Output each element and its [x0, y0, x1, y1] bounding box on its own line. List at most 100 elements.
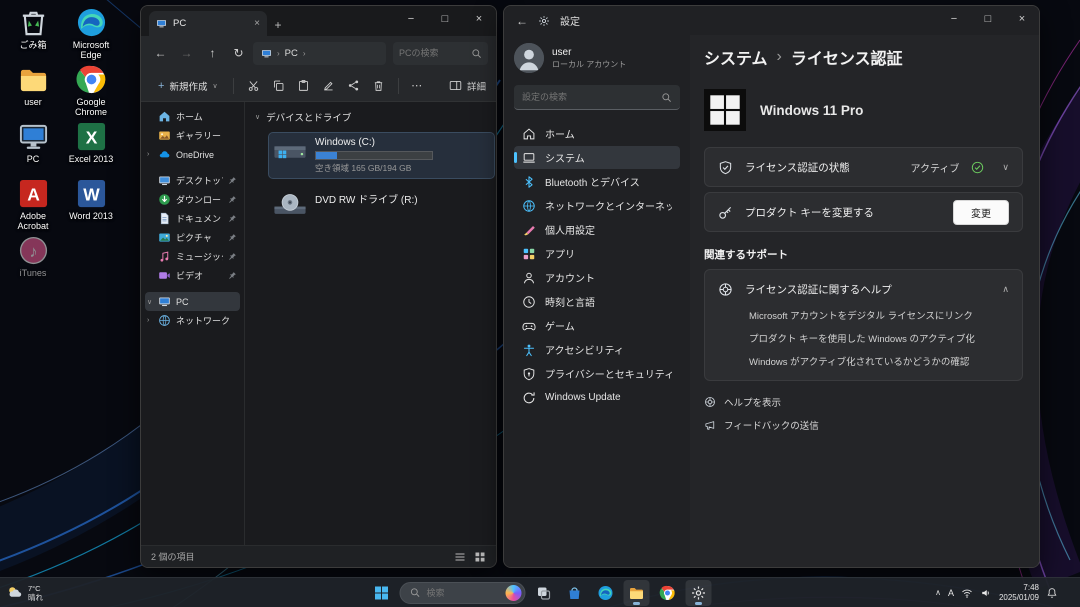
expand-chevron-icon[interactable] [147, 317, 156, 324]
breadcrumb-pc[interactable]: PC [285, 48, 298, 59]
close-button[interactable]: × [462, 6, 496, 32]
desktop-icon-recycle-bin[interactable]: ごみ箱 [4, 4, 62, 61]
taskbar-app-google-chrome[interactable] [655, 580, 681, 606]
address-breadcrumb[interactable]: › PC › [253, 42, 386, 65]
taskbar-search-input[interactable] [427, 588, 500, 598]
more-options-button[interactable]: ⋯ [407, 79, 427, 92]
chevron-down-icon[interactable]: ∨ [1002, 162, 1009, 173]
copy-button[interactable] [267, 74, 290, 97]
desktop-icon-excel-2013[interactable]: X Excel 2013 [62, 118, 120, 175]
explorer-nav-item-home[interactable]: ホーム [145, 107, 240, 126]
desktop-icon-microsoft-edge[interactable]: Microsoft Edge [62, 4, 120, 61]
network-icon[interactable] [961, 587, 973, 599]
large-icons-view-icon[interactable] [474, 551, 486, 563]
back-button[interactable]: ← [149, 42, 172, 65]
help-link[interactable]: Microsoft アカウントをデジタル ライセンスにリンク [749, 308, 1008, 322]
refresh-button[interactable]: ↻ [227, 42, 250, 65]
details-toggle-button[interactable]: 詳細 [449, 79, 486, 93]
help-link[interactable]: プロダクト キーを使用した Windows のアクティブ化 [749, 331, 1008, 345]
change-product-key-button[interactable]: 変更 [953, 200, 1009, 225]
explorer-nav-item-network[interactable]: ネットワーク [145, 311, 240, 330]
explorer-nav-item-downloads[interactable]: ダウンロード [145, 190, 240, 209]
settings-nav-item-time-language[interactable]: 時刻と言語 [514, 290, 680, 313]
delete-button[interactable] [367, 74, 390, 97]
settings-nav-item-accessibility[interactable]: アクセシビリティ [514, 338, 680, 361]
explorer-tab-pc[interactable]: PC × [149, 11, 267, 36]
settings-nav-item-bluetooth-devices[interactable]: Bluetooth とデバイス [514, 170, 680, 193]
settings-nav-item-system[interactable]: システム [514, 146, 680, 169]
explorer-nav-item-pc[interactable]: PC [145, 292, 240, 311]
taskbar-app-settings[interactable] [686, 580, 712, 606]
minimize-button[interactable]: − [937, 6, 971, 32]
desktop-icon-itunes[interactable]: ♪ iTunes [4, 232, 62, 289]
notifications-bell-icon[interactable] [1046, 587, 1058, 599]
start-button[interactable] [369, 580, 395, 606]
explorer-nav-item-onedrive[interactable]: OneDrive [145, 145, 240, 164]
maximize-button[interactable]: □ [971, 6, 1005, 32]
explorer-search-input[interactable] [399, 48, 471, 58]
volume-icon[interactable] [980, 587, 992, 599]
list-view-icon[interactable] [454, 551, 466, 563]
explorer-nav-item-gallery[interactable]: ギャラリー [145, 126, 240, 145]
desktop-icon-word-2013[interactable]: W Word 2013 [62, 175, 120, 232]
new-tab-button[interactable]: + [267, 18, 289, 36]
help-link[interactable]: Windows がアクティブ化されているかどうかの確認 [749, 354, 1008, 368]
share-button[interactable] [342, 74, 365, 97]
desktop-icon-user-folder[interactable]: user [4, 61, 62, 118]
settings-nav-item-home[interactable]: ホーム [514, 122, 680, 145]
taskbar-app-file-explorer[interactable] [624, 580, 650, 606]
explorer-search-box[interactable] [393, 42, 488, 65]
breadcrumb-system[interactable]: システム [704, 45, 768, 69]
settings-nav-item-accounts[interactable]: アカウント [514, 266, 680, 289]
explorer-nav-item-pictures[interactable]: ピクチャ [145, 228, 240, 247]
activation-help-header[interactable]: ライセンス認証に関するヘルプ ∧ [705, 270, 1022, 308]
nav-item-label: ダウンロード [176, 193, 223, 206]
drive-item-Windows (C:)[interactable]: Windows (C:) 空き領域 165 GB/194 GB [269, 133, 494, 178]
nav-item-label: 時刻と言語 [545, 294, 595, 309]
activation-state-card[interactable]: ライセンス認証の状態 アクティブ ∨ [704, 147, 1023, 187]
cut-button[interactable] [242, 74, 265, 97]
expand-chevron-icon[interactable] [147, 298, 156, 306]
minimize-button[interactable]: − [394, 6, 428, 32]
forward-button[interactable]: → [175, 42, 198, 65]
tab-close-icon[interactable]: × [254, 18, 260, 29]
desktop-icon-pc[interactable]: PC [4, 118, 62, 175]
up-button[interactable]: ↑ [201, 42, 224, 65]
account-block[interactable]: user ローカル アカウント [514, 43, 680, 73]
taskbar-app-task-view[interactable] [531, 580, 557, 606]
explorer-nav-item-music[interactable]: ミュージック [145, 247, 240, 266]
weather-desc: 晴れ [28, 593, 43, 602]
close-button[interactable]: × [1005, 6, 1039, 32]
settings-nav-item-personalization[interactable]: 個人用設定 [514, 218, 680, 241]
footer-link-send-feedback[interactable]: フィードバックの送信 [704, 418, 1023, 432]
rename-button[interactable] [317, 74, 340, 97]
settings-nav-item-network-internet[interactable]: ネットワークとインターネット [514, 194, 680, 217]
drive-item-DVD RW ドライブ (R:)[interactable]: DVD RW ドライブ (R:) [269, 187, 494, 222]
settings-nav-item-gaming[interactable]: ゲーム [514, 314, 680, 337]
explorer-nav-item-videos[interactable]: ビデオ [145, 266, 240, 285]
taskbar-app-microsoft-edge[interactable] [593, 580, 619, 606]
ime-indicator[interactable]: A [948, 588, 954, 598]
desktop-icon-adobe-acrobat[interactable]: A Adobe Acrobat [4, 175, 62, 232]
settings-nav-item-privacy-security[interactable]: プライバシーとセキュリティ [514, 362, 680, 385]
new-item-button[interactable]: + 新規作成 ∨ [151, 76, 225, 96]
taskbar-search-box[interactable] [400, 582, 526, 604]
settings-nav-item-apps[interactable]: アプリ [514, 242, 680, 265]
paste-button[interactable] [292, 74, 315, 97]
desktop-icon-google-chrome[interactable]: Google Chrome [62, 61, 120, 118]
explorer-nav-item-desktop[interactable]: デスクトップ [145, 171, 240, 190]
settings-search-input[interactable] [522, 92, 661, 102]
back-button[interactable]: ← [516, 14, 528, 28]
footer-link-show-help[interactable]: ヘルプを表示 [704, 395, 1023, 409]
clock[interactable]: 7:48 2025/01/09 [999, 583, 1039, 603]
devices-drives-section[interactable]: ∨ デバイスとドライブ [255, 110, 486, 124]
chevron-up-icon[interactable]: ∧ [1002, 284, 1009, 295]
expand-chevron-icon[interactable] [147, 151, 156, 158]
widgets-weather-button[interactable]: 7°C 晴れ [6, 584, 43, 602]
explorer-nav-item-documents[interactable]: ドキュメント [145, 209, 240, 228]
maximize-button[interactable]: □ [428, 6, 462, 32]
settings-nav-item-windows-update[interactable]: Windows Update [514, 386, 680, 409]
hidden-icons-chevron[interactable]: ∧ [935, 588, 941, 597]
settings-search-box[interactable] [514, 85, 680, 110]
taskbar-app-microsoft-store[interactable] [562, 580, 588, 606]
